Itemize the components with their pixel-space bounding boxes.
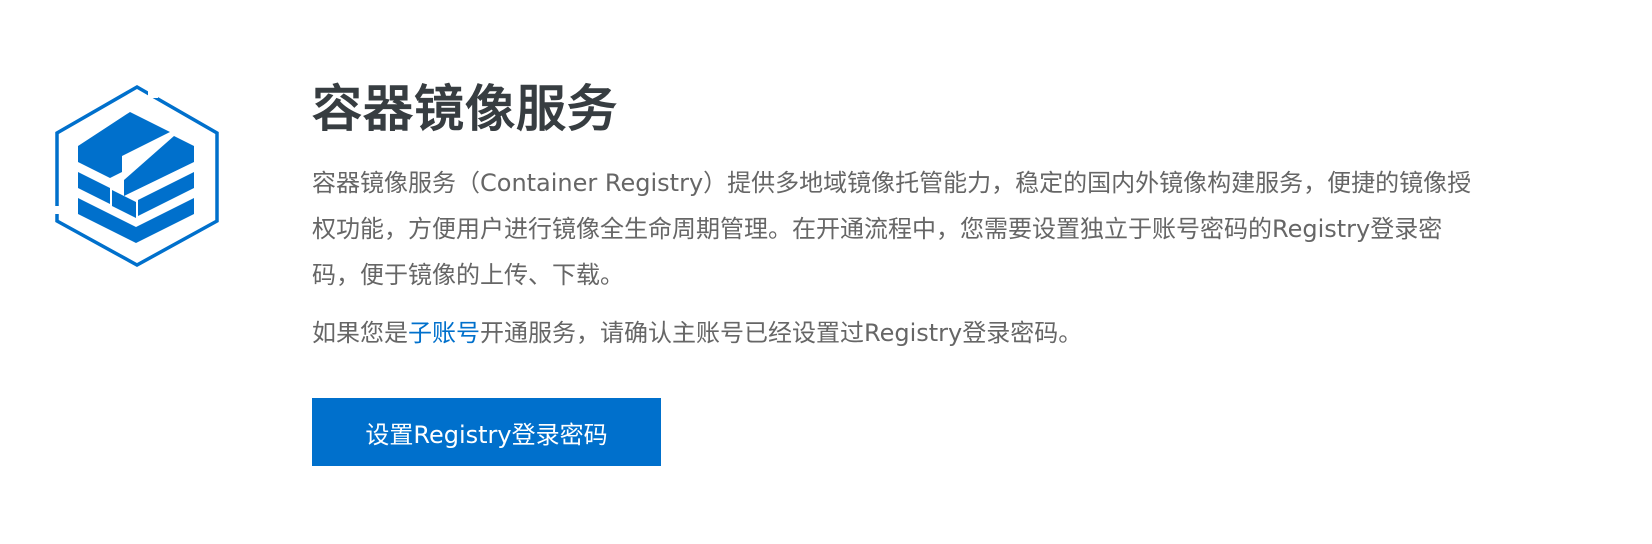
container-registry-landing: 容器镜像服务 容器镜像服务（Container Registry）提供多地域镜像… <box>0 0 1652 544</box>
sub-account-link[interactable]: 子账号 <box>408 319 480 347</box>
set-registry-password-button[interactable]: 设置Registry登录密码 <box>312 398 661 466</box>
page-title: 容器镜像服务 <box>312 80 618 138</box>
container-registry-cube-icon <box>52 84 219 267</box>
note-prefix: 如果您是 <box>312 319 408 347</box>
sub-account-note: 如果您是子账号开通服务，请确认主账号已经设置过Registry登录密码。 <box>312 310 1512 356</box>
note-suffix: 开通服务，请确认主账号已经设置过Registry登录密码。 <box>480 319 1083 347</box>
service-intro: 容器镜像服务 容器镜像服务（Container Registry）提供多地域镜像… <box>312 76 1512 356</box>
service-description: 容器镜像服务（Container Registry）提供多地域镜像托管能力，稳定… <box>312 169 1472 289</box>
